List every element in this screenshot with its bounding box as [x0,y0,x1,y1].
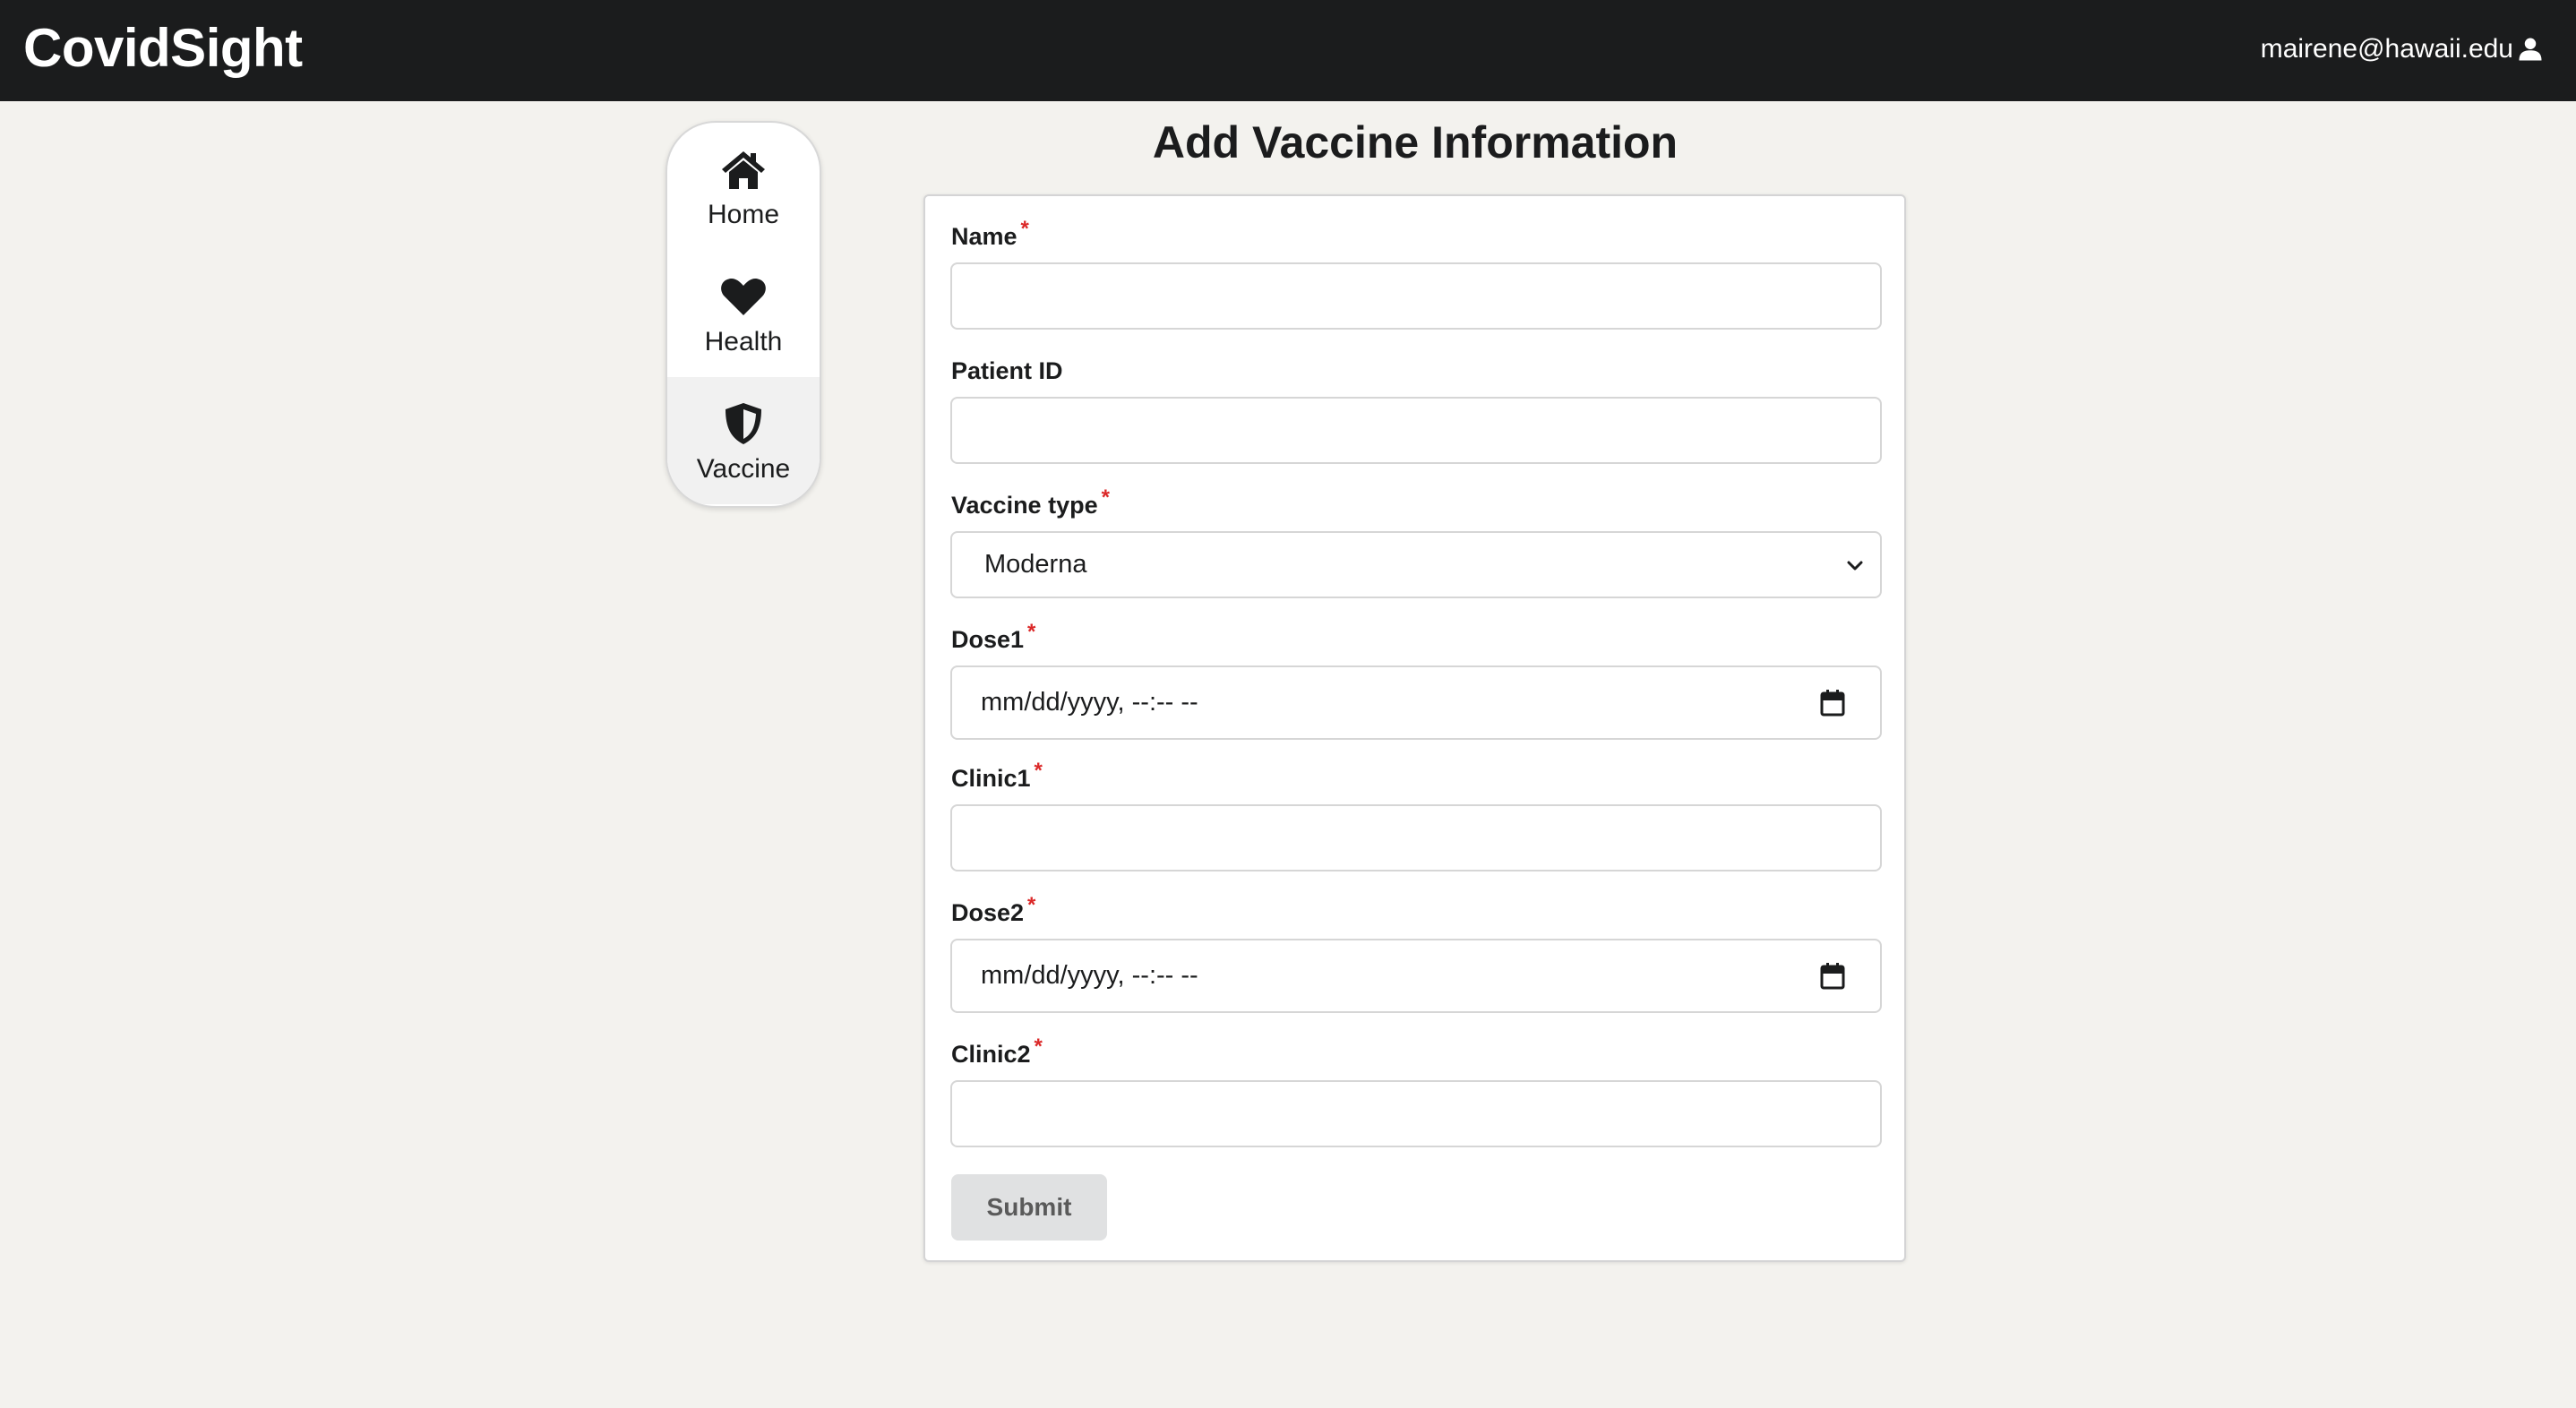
patient-id-label-text: Patient ID [951,357,1063,384]
vaccine-form: Name * Patient ID Vaccine type * Moderna D… [923,194,1906,1262]
heart-icon [721,278,766,315]
vaccine-type-value: Moderna [984,550,1087,579]
vaccine-type-label: Vaccine type * [951,485,1110,522]
shield-icon [726,403,761,444]
dose1-label: Dose1 * [951,620,1035,657]
vaccine-type-label-text: Vaccine type [951,492,1098,519]
dose2-datetime-field[interactable]: mm/dd/yyyy, --:-- -- [950,939,1882,1013]
vaccine-type-select[interactable]: Moderna [950,531,1882,598]
name-label: Name * [951,217,1029,253]
sidebar-item-home[interactable]: Home [667,123,820,250]
calendar-icon[interactable] [1819,962,1846,991]
calendar-icon[interactable] [1819,689,1846,717]
chevron-down-icon [1847,561,1863,570]
user-email[interactable]: mairene@hawaii.edu [2261,34,2513,64]
required-marker: * [1034,1035,1043,1059]
name-field[interactable] [950,262,1882,330]
sidebar-item-label: Vaccine [696,454,791,484]
dose1-datetime-field[interactable]: mm/dd/yyyy, --:-- -- [950,665,1882,740]
sidebar-item-health[interactable]: Health [667,250,820,377]
user-icon [2519,38,2542,61]
required-marker: * [1027,620,1036,644]
sidebar-item-label: Home [707,200,780,229]
side-menu: Home Health Vaccine [665,121,821,508]
clinic1-label-text: Clinic1 [951,765,1031,792]
sidebar-item-vaccine[interactable]: Vaccine [667,377,820,504]
required-marker: * [1101,485,1110,510]
dose1-placeholder: mm/dd/yyyy, --:-- -- [981,688,1198,717]
required-marker: * [1034,759,1043,783]
clinic2-label: Clinic2 * [951,1035,1043,1071]
required-marker: * [1027,893,1036,917]
top-navbar: CovidSight mairene@hawaii.edu [0,0,2576,101]
patient-id-label: Patient ID [951,356,1063,386]
brand-logo[interactable]: CovidSight [23,13,303,84]
patient-id-field[interactable] [950,397,1882,464]
user-menu[interactable]: mairene@hawaii.edu [2261,27,2544,72]
home-icon [722,151,765,189]
dose1-label-text: Dose1 [951,626,1025,653]
page-title: Add Vaccine Information [1152,117,1679,167]
sidebar-item-label: Health [704,327,783,356]
dose2-label: Dose2 * [951,893,1035,930]
clinic1-field[interactable] [950,804,1882,871]
submit-button[interactable]: Submit [951,1174,1107,1241]
clinic2-field[interactable] [950,1080,1882,1147]
name-label-text: Name [951,223,1018,250]
required-marker: * [1020,217,1029,241]
clinic1-label: Clinic1 * [951,759,1043,795]
dose2-label-text: Dose2 [951,899,1025,926]
clinic2-label-text: Clinic2 [951,1041,1031,1068]
dose2-placeholder: mm/dd/yyyy, --:-- -- [981,961,1198,990]
